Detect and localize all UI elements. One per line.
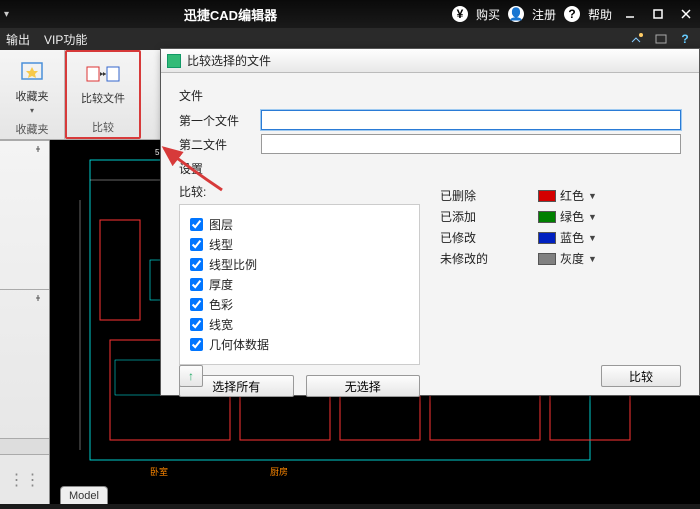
panel-tab-1[interactable]: [0, 158, 49, 289]
minimize-button[interactable]: [620, 6, 640, 22]
title-bar: ▾ 迅捷CAD编辑器 ¥ 购买 👤 注册 ? 帮助: [0, 0, 700, 28]
user-icon: 👤: [508, 6, 524, 22]
chevron-down-icon: ▼: [588, 212, 597, 222]
modified-label: 已修改: [440, 229, 530, 246]
chevron-down-icon: ▼: [588, 254, 597, 264]
ribbon-group-favorites: 收藏夹 ▾ 收藏夹: [0, 50, 65, 139]
buy-link[interactable]: 购买: [476, 6, 500, 23]
swatch-red: [538, 190, 556, 202]
favorites-button[interactable]: 收藏夹 ▾: [10, 54, 54, 119]
check-linetype[interactable]: [190, 238, 203, 251]
app-title: 迅捷CAD编辑器: [9, 5, 452, 24]
panel-handle[interactable]: ⋮⋮: [0, 454, 49, 504]
added-label: 已添加: [440, 208, 530, 225]
check-lineweight[interactable]: [190, 318, 203, 331]
panel-pin-2[interactable]: [0, 289, 49, 307]
settings-section-label: 设置: [179, 160, 681, 177]
unchanged-color-dropdown[interactable]: 灰度 ▼: [538, 250, 597, 267]
help-icon: ?: [564, 6, 580, 22]
unchanged-label: 未修改的: [440, 250, 530, 267]
favorites-label: 收藏夹: [16, 88, 49, 104]
check-thickness[interactable]: [190, 278, 203, 291]
deleted-label: 已删除: [440, 187, 530, 204]
modified-color-dropdown[interactable]: 蓝色 ▼: [538, 229, 597, 246]
maximize-button[interactable]: [648, 6, 668, 22]
compare-label: 比较文件: [81, 90, 125, 106]
tool-icon-1[interactable]: [628, 31, 646, 47]
dialog-icon: [167, 54, 181, 68]
panel-scroll[interactable]: [0, 438, 49, 454]
dialog-title-bar: 比较选择的文件: [161, 49, 699, 73]
left-panel: ⋮⋮: [0, 140, 50, 504]
close-button[interactable]: [676, 6, 696, 22]
first-file-label: 第一个文件: [179, 112, 253, 129]
compare-button[interactable]: 比较: [601, 365, 681, 387]
first-file-input[interactable]: [261, 110, 681, 130]
compare-group-label: 比较: [92, 119, 114, 135]
dialog-title: 比较选择的文件: [187, 52, 271, 69]
menu-bar: 输出 VIP功能 ?: [0, 28, 700, 50]
compare-label: 比较:: [179, 183, 420, 200]
chevron-down-icon: ▼: [588, 191, 597, 201]
back-button[interactable]: ↑: [179, 365, 203, 387]
tool-icon-2[interactable]: [652, 31, 670, 47]
check-ltscale[interactable]: [190, 258, 203, 271]
menu-output[interactable]: 输出: [6, 31, 30, 48]
compare-options-fieldset: 图层 线型 线型比例 厚度 色彩 线宽 几何体数据: [179, 204, 420, 365]
model-tab[interactable]: Model: [60, 486, 108, 504]
ribbon-group-compare: 比较文件 比较: [65, 50, 141, 139]
check-layer[interactable]: [190, 218, 203, 231]
added-color-dropdown[interactable]: 绿色 ▼: [538, 208, 597, 225]
panel-pin-1[interactable]: [0, 140, 49, 158]
favorites-icon: [14, 58, 50, 86]
file-section-label: 文件: [179, 87, 681, 104]
favorites-group-label: 收藏夹: [16, 121, 49, 137]
yen-icon: ¥: [452, 6, 468, 22]
swatch-gray: [538, 253, 556, 265]
compare-dialog: 比较选择的文件 文件 第一个文件 第二文件 设置 比较: 图层 线型 线型比例 …: [160, 48, 700, 396]
deleted-color-dropdown[interactable]: 红色 ▼: [538, 187, 597, 204]
register-link[interactable]: 注册: [532, 6, 556, 23]
second-file-input[interactable]: [261, 134, 681, 154]
swatch-green: [538, 211, 556, 223]
help-link[interactable]: 帮助: [588, 6, 612, 23]
menu-vip[interactable]: VIP功能: [44, 31, 87, 48]
compare-icon: [85, 60, 121, 88]
second-file-label: 第二文件: [179, 136, 253, 153]
check-geometry[interactable]: [190, 338, 203, 351]
check-color[interactable]: [190, 298, 203, 311]
tool-help-icon[interactable]: ?: [676, 31, 694, 47]
swatch-blue: [538, 232, 556, 244]
compare-files-button[interactable]: 比较文件: [77, 56, 129, 110]
svg-text:厨房: 厨房: [270, 466, 288, 477]
svg-text:卧室: 卧室: [150, 466, 168, 477]
panel-tab-2[interactable]: [0, 307, 49, 438]
chevron-down-icon: ▼: [588, 233, 597, 243]
